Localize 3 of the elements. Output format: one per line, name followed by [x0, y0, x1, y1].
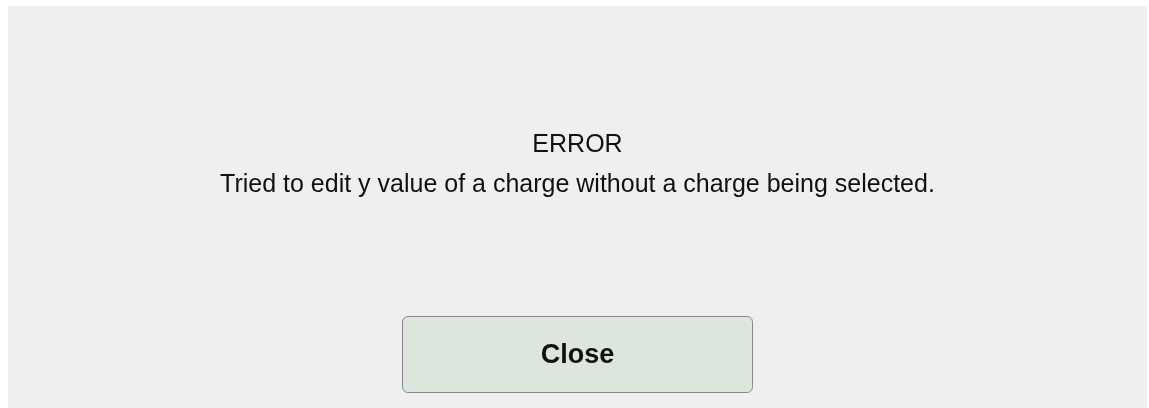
error-message: Tried to edit y value of a charge without a charge being selected. — [220, 168, 935, 199]
close-button[interactable]: Close — [402, 316, 753, 393]
error-title: ERROR — [532, 128, 623, 159]
